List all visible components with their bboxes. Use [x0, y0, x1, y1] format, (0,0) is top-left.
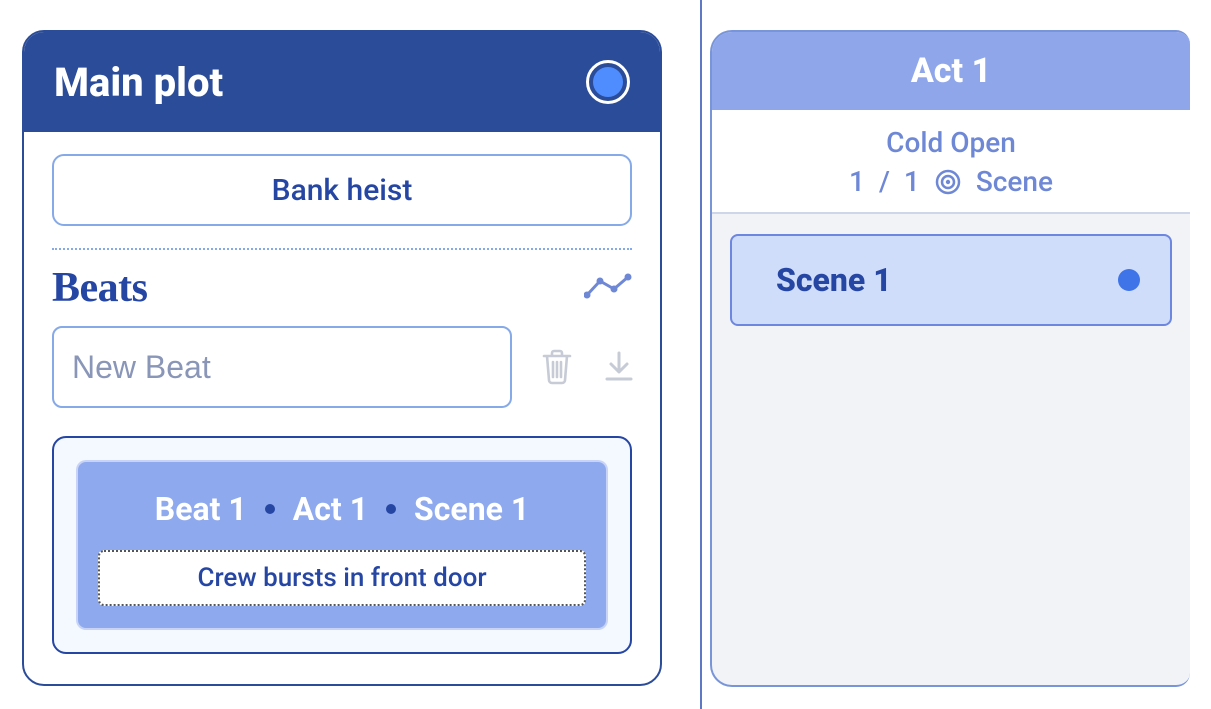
target-icon	[934, 168, 962, 196]
separator-dot	[386, 504, 396, 514]
scene-meta: Cold Open 1 / 1 Scene	[712, 110, 1190, 214]
act-header: Act 1	[712, 32, 1190, 110]
scene-list: Scene 1	[712, 214, 1190, 346]
count-total: 1	[904, 165, 920, 198]
plot-color-swatch[interactable]	[586, 60, 630, 104]
count-current: 1	[849, 165, 865, 198]
section-name: Cold Open	[712, 126, 1190, 159]
plot-body: Bank heist Beats	[24, 132, 660, 682]
scene-color-dot	[1118, 269, 1140, 291]
scene-panel: Act 1 Cold Open 1 / 1 Scene Scene 1	[710, 30, 1190, 687]
scene-word: Scene	[976, 165, 1053, 198]
scene-item-label: Scene 1	[776, 261, 892, 299]
beat-card-inner: Beat 1 Act 1 Scene 1 Crew bursts in fron…	[76, 460, 608, 630]
scene-count-line: 1 / 1 Scene	[712, 165, 1190, 198]
scene-crumb: Scene 1	[414, 490, 529, 528]
chart-icon[interactable]	[584, 273, 632, 303]
separator-dot	[265, 504, 275, 514]
beats-heading-text: Beats	[52, 264, 148, 312]
beats-header: Beats	[52, 264, 632, 312]
beat-crumb: Beat 1	[155, 490, 247, 528]
scene-item[interactable]: Scene 1	[730, 234, 1172, 326]
plot-header: Main plot	[24, 32, 660, 132]
new-beat-row	[52, 326, 632, 408]
plot-title-field[interactable]: Bank heist	[52, 154, 632, 226]
plot-card: Main plot Bank heist Beats	[22, 30, 662, 686]
beat-card[interactable]: Beat 1 Act 1 Scene 1 Crew bursts in fron…	[52, 436, 632, 654]
beats-heading: Beats	[52, 264, 148, 312]
beat-breadcrumb: Beat 1 Act 1 Scene 1	[98, 490, 586, 528]
act-title: Act 1	[911, 51, 991, 91]
plot-title: Main plot	[54, 59, 223, 106]
beat-description-field[interactable]: Crew bursts in front door	[98, 550, 586, 606]
download-icon[interactable]	[602, 349, 636, 385]
act-crumb: Act 1	[293, 490, 368, 528]
section-separator	[52, 248, 632, 250]
vertical-divider	[700, 0, 702, 709]
new-beat-input[interactable]	[52, 326, 512, 408]
trash-icon[interactable]	[540, 348, 574, 386]
count-separator: /	[879, 165, 890, 198]
